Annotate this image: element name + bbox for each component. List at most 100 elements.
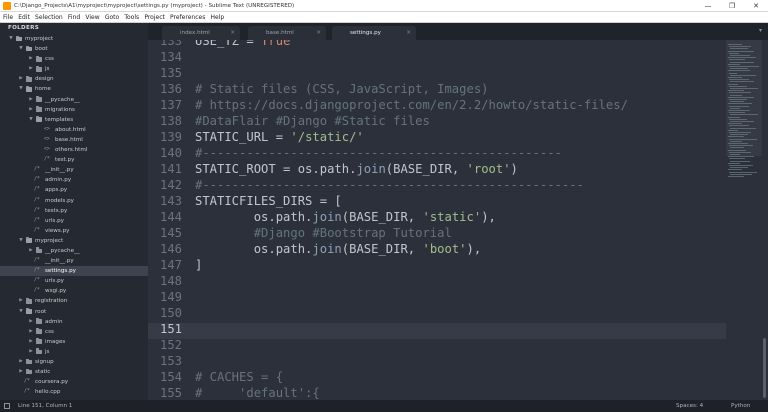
sidebar-item-migrations[interactable]: ▶ migrations [0,105,148,115]
sidebar-item-root[interactable]: ▼ root [0,307,148,317]
sidebar-item-label: others.html [55,147,88,154]
menu-preferences[interactable]: Preferences [170,12,205,23]
file-icon: /* [34,177,40,183]
tab-menu-icon[interactable]: ▾ [759,27,762,34]
menu-goto[interactable]: Goto [105,12,119,23]
sidebar-item-css[interactable]: ▶ css [0,54,148,64]
line-number: 137 [159,98,182,112]
menu-file[interactable]: File [3,12,13,23]
sidebar-item-pycache[interactable]: ▶ __pycache__ [0,246,148,256]
sidebar-item-myproject[interactable]: ▼ myproject [0,236,148,246]
line-number: 155 [159,386,182,400]
minimap-line [729,66,759,67]
sidebar-item-js[interactable]: ▶ js [0,64,148,74]
close-icon[interactable]: ✕ [744,0,768,12]
tab-base-html[interactable]: base.html ✕ [248,26,326,40]
tab-label: settings.py [350,30,381,36]
chevron-down-icon[interactable]: ▼ [28,115,34,125]
sidebar-item-views-py[interactable]: /* views.py [0,226,148,236]
sidebar-item-urls-py[interactable]: /* urls.py [0,216,148,226]
chevron-down-icon[interactable]: ▼ [18,236,24,246]
file-icon: <> [44,126,50,132]
chevron-right-icon[interactable]: ▶ [18,367,24,377]
indentation-setting[interactable]: Spaces: 4 [676,400,703,412]
chevron-right-icon[interactable]: ▶ [28,347,34,357]
chevron-right-icon[interactable]: ▶ [18,74,24,84]
chevron-right-icon[interactable]: ▶ [28,95,34,105]
chevron-right-icon[interactable]: ▶ [28,327,34,337]
sidebar-item-models-py[interactable]: /* models.py [0,196,148,206]
chevron-right-icon[interactable]: ▶ [28,64,34,74]
sidebar-item-design[interactable]: ▶ design [0,74,148,84]
chevron-right-icon[interactable]: ▶ [18,357,24,367]
file-icon: /* [34,197,40,203]
tab-close-icon[interactable]: ✕ [406,26,411,40]
syntax-selector[interactable]: Python [731,400,750,412]
tab-index-html[interactable]: index.html ✕ [162,26,240,40]
minimize-icon[interactable]: — [696,0,720,12]
sidebar-item-init-py[interactable]: /* __init__.py [0,165,148,175]
sidebar-item-label: root [35,308,47,315]
sidebar-item-hello-cpp[interactable]: /* hello.cpp [0,387,148,397]
sidebar-item-pycache[interactable]: ▶ __pycache__ [0,95,148,105]
sidebar-item-init-py[interactable]: /* __init__.py [0,256,148,266]
sidebar-item-admin-py[interactable]: /* admin.py [0,175,148,185]
sidebar-item-static[interactable]: ▶ static [0,367,148,377]
minimap[interactable] [726,40,762,400]
sidebar-item-registration[interactable]: ▶ registration [0,296,148,306]
sidebar-item-home[interactable]: ▼ home [0,84,148,94]
sidebar-item-settings-py[interactable]: /* settings.py [0,266,148,277]
code-editor[interactable]: 133 134 135 136 137 138 139 140 141 142 143 144 145 1… [148,40,726,400]
minimap-line [728,143,748,144]
menu-selection[interactable]: Selection [35,12,63,23]
chevron-right-icon[interactable]: ▶ [28,105,34,115]
maximize-icon[interactable]: ❐ [720,0,744,12]
sidebar-item-images[interactable]: ▶ images [0,337,148,347]
sidebar-item-templates[interactable]: ▼ templates [0,115,148,125]
chevron-right-icon[interactable]: ▶ [28,337,34,347]
chevron-down-icon[interactable]: ▼ [8,34,14,44]
sidebar-item-label: __init__.py [45,258,74,265]
tab-settings-py[interactable]: settings.py ✕ [332,26,416,40]
minimap-line [730,101,744,103]
minimap-line [729,112,745,114]
menu-help[interactable]: Help [211,12,225,23]
minimap-line [729,99,747,100]
chevron-right-icon[interactable]: ▶ [28,54,34,64]
tab-close-icon[interactable]: ✕ [316,26,321,40]
sidebar-item-admin[interactable]: ▶ admin [0,317,148,327]
sidebar-item-tests-py[interactable]: /* tests.py [0,206,148,216]
sidebar-item-coursera-py[interactable]: /* coursera.py [0,377,148,387]
folder-icon [26,75,32,82]
menu-find[interactable]: Find [68,12,80,23]
sidebar-item-wsgi-py[interactable]: /* wsgi.py [0,286,148,296]
panel-toggle-icon[interactable] [4,403,10,409]
chevron-right-icon[interactable]: ▶ [28,246,34,256]
menu-tools[interactable]: Tools [124,12,139,23]
sidebar-item-others-html[interactable]: <> others.html [0,145,148,155]
sidebar-item-js[interactable]: ▶ js [0,347,148,357]
chevron-right-icon[interactable]: ▶ [28,317,34,327]
vertical-scrollbar[interactable] [762,40,768,400]
sidebar-item-test-py[interactable]: /* test.py [0,155,148,165]
file-icon: /* [34,217,40,223]
sidebar-item-signup[interactable]: ▶ signup [0,357,148,367]
menu-edit[interactable]: Edit [18,12,30,23]
line-number: 141 [159,162,182,176]
tab-close-icon[interactable]: ✕ [230,26,235,40]
chevron-down-icon[interactable]: ▼ [18,307,24,317]
sidebar-item-urls-py[interactable]: /* urls.py [0,276,148,286]
sidebar-item-myproject[interactable]: ▼ myproject [0,34,148,44]
sidebar-item-boot[interactable]: ▼ boot [0,44,148,54]
chevron-down-icon[interactable]: ▼ [18,84,24,94]
scrollbar-thumb[interactable] [763,338,766,398]
menu-project[interactable]: Project [144,12,165,23]
sidebar-item-css[interactable]: ▶ css [0,327,148,337]
sidebar-item-apps-py[interactable]: /* apps.py [0,185,148,195]
menu-view[interactable]: View [85,12,99,23]
chevron-down-icon[interactable]: ▼ [18,44,24,54]
sidebar-item-label: base.html [55,136,83,143]
sidebar-item-base-html[interactable]: <> base.html [0,135,148,145]
sidebar-item-about-html[interactable]: <> about.html [0,125,148,135]
chevron-right-icon[interactable]: ▶ [18,296,24,306]
